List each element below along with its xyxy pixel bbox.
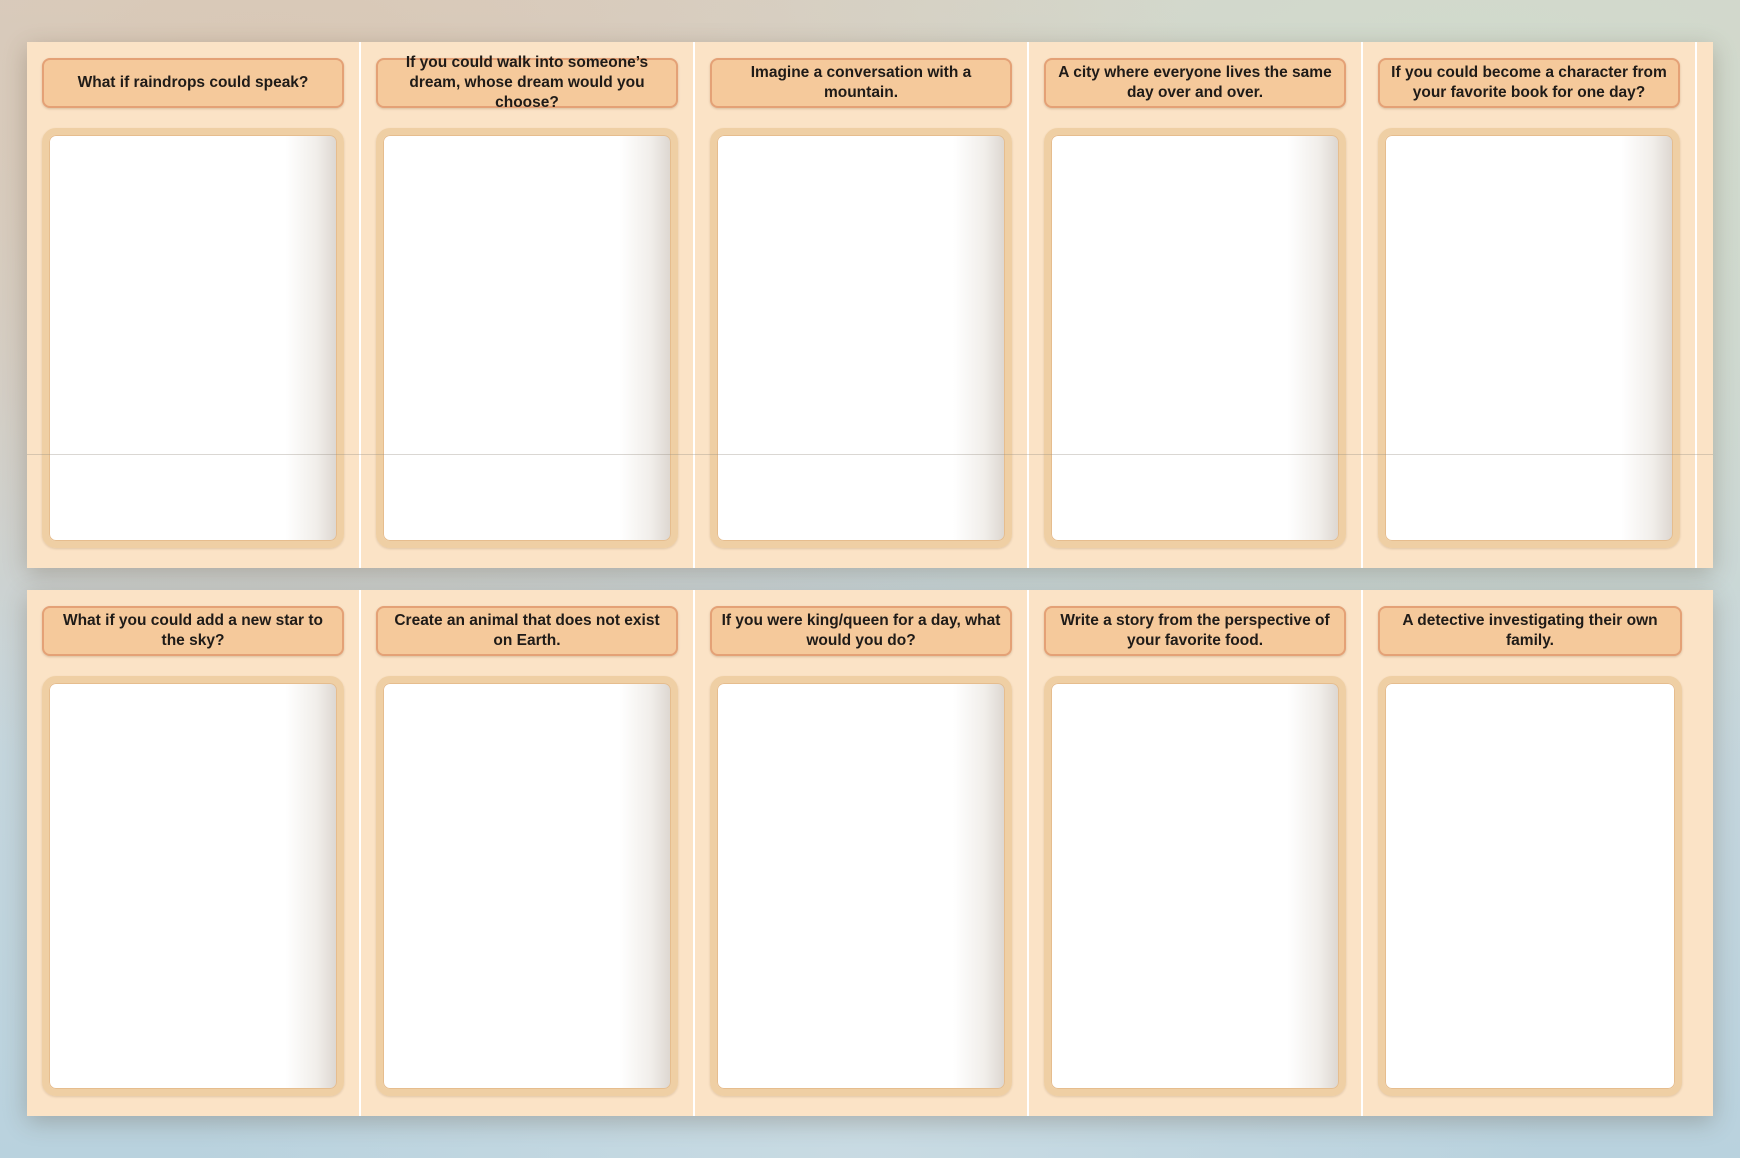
- card-sheet-bottom: What if you could add a new star to the …: [27, 590, 1713, 1116]
- prompt-label: A detective investigating their own fami…: [1378, 606, 1682, 656]
- writing-area: [42, 128, 344, 548]
- prompt-label: What if you could add a new star to the …: [42, 606, 344, 656]
- prompt-card: What if raindrops could speak?: [27, 42, 361, 568]
- prompt-label: Create an animal that does not exist on …: [376, 606, 678, 656]
- prompt-label: If you were king/queen for a day, what w…: [710, 606, 1012, 656]
- prompt-card: Imagine a conversation with a mountain.: [695, 42, 1029, 568]
- writing-area: [710, 676, 1012, 1096]
- prompt-card: If you could walk into someone’s dream, …: [361, 42, 695, 568]
- writing-area: [710, 128, 1012, 548]
- writing-area: [1044, 676, 1346, 1096]
- writing-area: [376, 128, 678, 548]
- prompt-card: What if you could add a new star to the …: [27, 590, 361, 1116]
- prompt-label: If you could walk into someone’s dream, …: [376, 54, 678, 111]
- prompt-card: A city where everyone lives the same day…: [1029, 42, 1363, 568]
- prompt-card: If you could become a character from you…: [1363, 42, 1697, 568]
- writing-area: [1044, 128, 1346, 548]
- prompt-label: Write a story from the perspective of yo…: [1044, 606, 1346, 656]
- writing-area: [1378, 128, 1680, 548]
- prompt-label: What if raindrops could speak?: [42, 58, 344, 108]
- writing-area: [1378, 676, 1682, 1096]
- prompt-card: A detective investigating their own fami…: [1363, 590, 1713, 1116]
- prompt-label: A city where everyone lives the same day…: [1044, 58, 1346, 108]
- prompt-card: Create an animal that does not exist on …: [361, 590, 695, 1116]
- prompt-label: Imagine a conversation with a mountain.: [710, 58, 1012, 108]
- prompt-label: If you could become a character from you…: [1378, 58, 1680, 108]
- prompt-card: If you were king/queen for a day, what w…: [695, 590, 1029, 1116]
- card-sheet-top: What if raindrops could speak? If you co…: [27, 42, 1713, 568]
- writing-area: [42, 676, 344, 1096]
- prompt-card: Write a story from the perspective of yo…: [1029, 590, 1363, 1116]
- writing-area: [376, 676, 678, 1096]
